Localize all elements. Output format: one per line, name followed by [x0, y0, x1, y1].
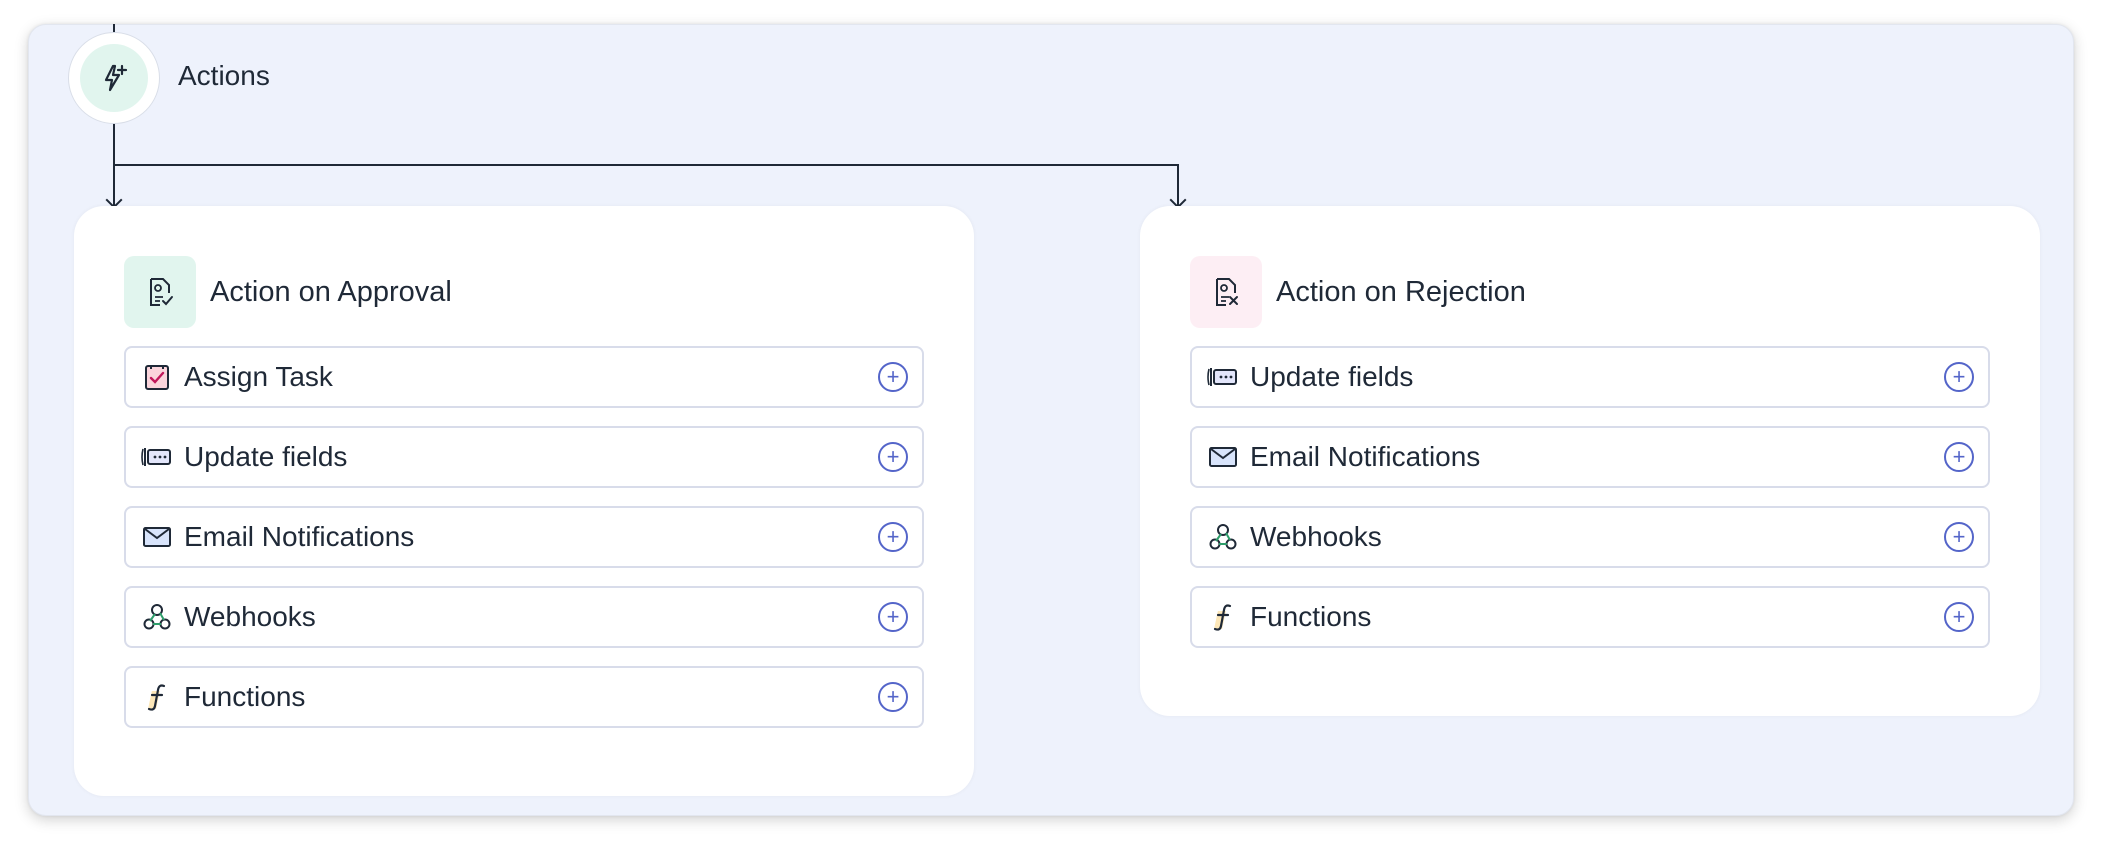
- document-x-icon: [1216, 278, 1238, 306]
- add-email-notifications-button[interactable]: +: [878, 522, 908, 552]
- add-webhooks-button[interactable]: +: [1944, 522, 1974, 552]
- actions-node[interactable]: [68, 32, 160, 124]
- approval-item-update-fields[interactable]: Update fields +: [124, 426, 924, 488]
- approval-item-label: Assign Task: [184, 361, 333, 392]
- rejection-badge: [1190, 256, 1262, 328]
- add-update-fields-button[interactable]: +: [1944, 362, 1974, 392]
- rejection-item-update-fields[interactable]: Update fields +: [1190, 346, 1990, 408]
- actions-node-label: Actions: [178, 60, 270, 91]
- add-functions-button[interactable]: +: [1944, 602, 1974, 632]
- approval-action-list: Assign Task + Update fields + Email Noti…: [124, 346, 924, 746]
- approval-item-label: Functions: [184, 681, 306, 712]
- rejection-action-list: Update fields + Email Notifications + We…: [1190, 346, 1990, 666]
- document-check-icon: [150, 278, 173, 306]
- envelope-icon: [1206, 440, 1240, 474]
- update-field-icon: [140, 440, 174, 474]
- add-assign-task-button[interactable]: +: [878, 362, 908, 392]
- rejection-item-label: Email Notifications: [1250, 441, 1481, 472]
- update-field-icon: [1206, 360, 1240, 394]
- add-email-notifications-button[interactable]: +: [1944, 442, 1974, 472]
- add-update-fields-button[interactable]: +: [878, 442, 908, 472]
- function-icon: [140, 680, 174, 714]
- rejection-item-email-notifications[interactable]: Email Notifications +: [1190, 426, 1990, 488]
- lightning-plus-icon: [104, 64, 128, 92]
- approval-item-functions[interactable]: Functions +: [124, 666, 924, 728]
- approval-badge: [124, 256, 196, 328]
- add-webhooks-button[interactable]: +: [878, 602, 908, 632]
- rejection-item-functions[interactable]: Functions +: [1190, 586, 1990, 648]
- webhook-icon: [1206, 520, 1240, 554]
- rejection-item-label: Webhooks: [1250, 521, 1382, 552]
- function-icon: [1206, 600, 1240, 634]
- approval-item-label: Email Notifications: [184, 521, 415, 552]
- rejection-card-header: Action on Rejection: [1190, 256, 1526, 328]
- approval-item-assign-task[interactable]: Assign Task +: [124, 346, 924, 408]
- action-on-approval-card: Action on Approval Assign Task + Update …: [74, 206, 974, 796]
- task-checkbox-icon: [140, 360, 174, 394]
- action-on-rejection-card: Action on Rejection Update fields + Emai…: [1140, 206, 2040, 716]
- rejection-item-webhooks[interactable]: Webhooks +: [1190, 506, 1990, 568]
- envelope-icon: [140, 520, 174, 554]
- webhook-icon: [140, 600, 174, 634]
- approval-card-header: Action on Approval: [124, 256, 452, 328]
- actions-node-inner: [80, 44, 148, 112]
- add-functions-button[interactable]: +: [878, 682, 908, 712]
- rejection-item-label: Update fields: [1250, 361, 1414, 392]
- approval-item-label: Update fields: [184, 441, 348, 472]
- approval-item-email-notifications[interactable]: Email Notifications +: [124, 506, 924, 568]
- approval-item-webhooks[interactable]: Webhooks +: [124, 586, 924, 648]
- approval-item-label: Webhooks: [184, 601, 316, 632]
- approval-card-title: Action on Approval: [210, 275, 452, 308]
- rejection-card-title: Action on Rejection: [1276, 275, 1526, 308]
- rejection-item-label: Functions: [1250, 601, 1372, 632]
- connector-horizontal: [113, 164, 1179, 166]
